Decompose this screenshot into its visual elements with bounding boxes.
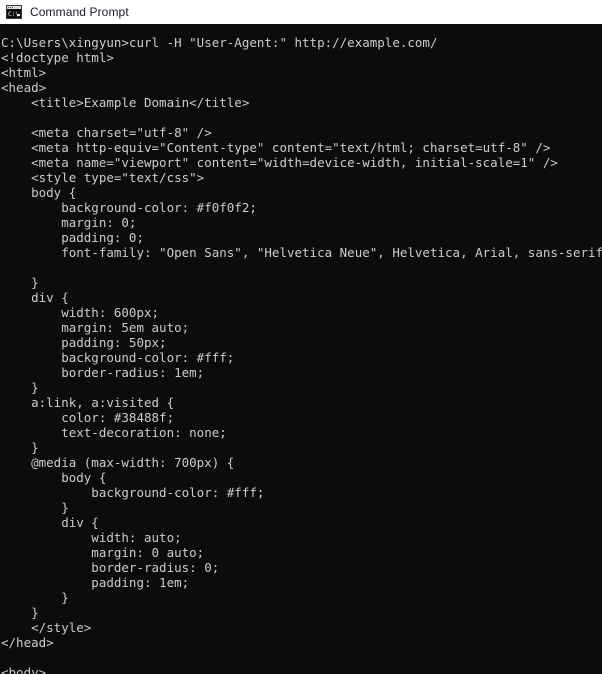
console-line: margin: 0;: [1, 215, 137, 230]
console-line: background-color: #fff;: [1, 350, 235, 365]
console-line: }: [1, 605, 39, 620]
console-line: }: [1, 590, 69, 605]
console-text: C:\Users\xingyun>curl -H "User-Agent:" h…: [0, 35, 602, 674]
console-line: </style>: [1, 620, 92, 635]
console-line: <style type="text/css">: [1, 170, 205, 185]
console-line: div {: [1, 515, 99, 530]
console-line: text-decoration: none;: [1, 425, 227, 440]
console-line: margin: 5em auto;: [1, 320, 190, 335]
console-line: @media (max-width: 700px) {: [1, 455, 235, 470]
console-line: <html>: [1, 65, 47, 80]
console-line: font-family: "Open Sans", "Helvetica Neu…: [1, 245, 602, 260]
console-line: body {: [1, 185, 77, 200]
console-line: <meta charset="utf-8" />: [1, 125, 212, 140]
console-line: <meta name="viewport" content="width=dev…: [1, 155, 558, 170]
command-prompt-icon: C:\: [6, 5, 22, 19]
console-line: }: [1, 440, 39, 455]
console-line: }: [1, 500, 69, 515]
console-line: width: 600px;: [1, 305, 160, 320]
console-line: padding: 1em;: [1, 575, 190, 590]
console-line: margin: 0 auto;: [1, 545, 205, 560]
console-line: a:link, a:visited {: [1, 395, 175, 410]
console-line: <head>: [1, 80, 47, 95]
console-line: <title>Example Domain</title>: [1, 95, 250, 110]
console-output-area[interactable]: C:\Users\xingyun>curl -H "User-Agent:" h…: [0, 24, 602, 674]
console-line: padding: 0;: [1, 230, 144, 245]
console-line: border-radius: 0;: [1, 560, 220, 575]
console-line: <meta http-equiv="Content-type" content=…: [1, 140, 551, 155]
console-line: C:\Users\xingyun>curl -H "User-Agent:" h…: [1, 35, 438, 50]
console-line: <!doctype html>: [1, 50, 114, 65]
console-line: border-radius: 1em;: [1, 365, 205, 380]
console-line: background-color: #fff;: [1, 485, 265, 500]
console-line: width: auto;: [1, 530, 182, 545]
console-line: body {: [1, 470, 107, 485]
console-line: color: #38488f;: [1, 410, 175, 425]
console-line: }: [1, 380, 39, 395]
window-title-text: Command Prompt: [30, 5, 129, 19]
command-prompt-window: C:\ Command Prompt C:\Users\xingyun>curl…: [0, 0, 602, 674]
console-line: background-color: #f0f0f2;: [1, 200, 257, 215]
console-line: div {: [1, 290, 69, 305]
console-line: </head>: [1, 635, 54, 650]
console-line: padding: 50px;: [1, 335, 167, 350]
window-titlebar[interactable]: C:\ Command Prompt: [0, 0, 602, 24]
console-line: <body>: [1, 665, 47, 674]
console-line: }: [1, 275, 39, 290]
